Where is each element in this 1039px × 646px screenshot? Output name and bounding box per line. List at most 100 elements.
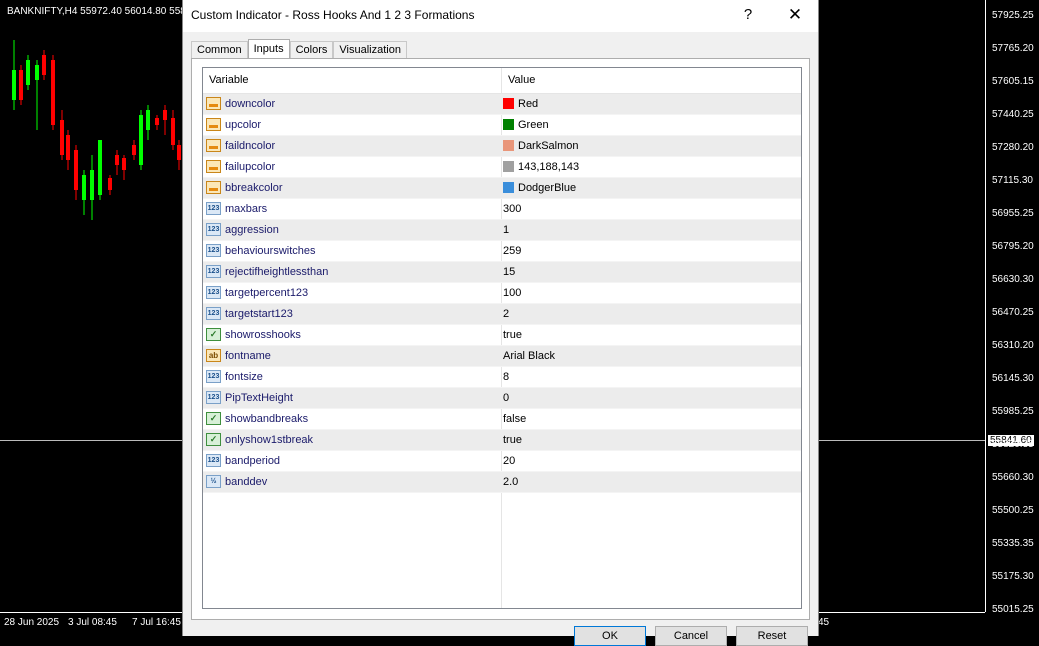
tab-strip: Common Inputs Colors Visualization bbox=[191, 39, 407, 59]
value-text: 100 bbox=[503, 287, 522, 299]
table-row[interactable]: ✓ onlyshow1stbreak true bbox=[203, 430, 801, 451]
table-row[interactable]: bbreakcolor DodgerBlue bbox=[203, 178, 801, 199]
price-tick-label: 56955.25 bbox=[992, 208, 1034, 219]
variable-value[interactable]: DarkSalmon bbox=[503, 136, 579, 156]
variable-value[interactable]: 15 bbox=[503, 262, 515, 282]
variable-value[interactable]: 259 bbox=[503, 241, 521, 261]
variable-value[interactable]: DodgerBlue bbox=[503, 178, 576, 198]
chart-title: BANKNIFTY,H4 55972.40 56014.80 558 bbox=[7, 6, 186, 17]
variable-name: aggression bbox=[225, 224, 279, 236]
variable-name: bandperiod bbox=[225, 455, 281, 467]
variable-value[interactable]: 300 bbox=[503, 199, 521, 219]
inputs-panel: Variable Value downcolor Red upcolor Green f… bbox=[191, 58, 810, 620]
variable-value[interactable]: 100 bbox=[503, 283, 521, 303]
variable-name: targetstart123 bbox=[225, 308, 293, 320]
table-row[interactable]: 123 PipTextHeight 0 bbox=[203, 388, 801, 409]
price-tick-label: 57280.20 bbox=[992, 142, 1034, 153]
price-tick-label: 55660.30 bbox=[992, 472, 1034, 483]
color-swatch bbox=[503, 161, 514, 172]
variable-value[interactable]: 2.0 bbox=[503, 472, 518, 492]
variable-value[interactable]: 20 bbox=[503, 451, 515, 471]
variable-value[interactable]: false bbox=[503, 409, 526, 429]
variable-name: failupcolor bbox=[225, 161, 276, 173]
candle-body bbox=[12, 70, 16, 100]
table-row[interactable]: 123 rejectifheightlessthan 15 bbox=[203, 262, 801, 283]
table-row[interactable]: 123 targetpercent123 100 bbox=[203, 283, 801, 304]
price-tick-label: 57605.15 bbox=[992, 76, 1034, 87]
price-tick-label: 56145.30 bbox=[992, 373, 1034, 384]
candle-body bbox=[163, 110, 167, 120]
candle-body bbox=[171, 118, 175, 145]
variable-value[interactable]: 1 bbox=[503, 220, 509, 240]
color-type-icon bbox=[206, 181, 221, 194]
boolean-type-icon: ✓ bbox=[206, 412, 221, 425]
candle-body bbox=[139, 115, 143, 165]
color-type-icon bbox=[206, 139, 221, 152]
tab-colors[interactable]: Colors bbox=[289, 41, 334, 59]
table-row[interactable]: ab fontname Arial Black bbox=[203, 346, 801, 367]
value-text: 15 bbox=[503, 266, 516, 278]
table-row[interactable]: 123 behaviourswitches 259 bbox=[203, 241, 801, 262]
table-row[interactable]: 123 aggression 1 bbox=[203, 220, 801, 241]
color-swatch bbox=[503, 182, 514, 193]
price-tick-label: 56470.25 bbox=[992, 307, 1034, 318]
table-row[interactable]: 123 targetstart123 2 bbox=[203, 304, 801, 325]
table-row[interactable]: 123 fontsize 8 bbox=[203, 367, 801, 388]
help-button[interactable]: ? bbox=[738, 4, 758, 26]
variable-name: showrosshooks bbox=[225, 329, 301, 341]
candle-body bbox=[132, 145, 136, 155]
table-row[interactable]: ✓ showrosshooks true bbox=[203, 325, 801, 346]
cancel-button[interactable]: Cancel bbox=[655, 626, 727, 646]
variable-value[interactable]: 0 bbox=[503, 388, 509, 408]
tab-common[interactable]: Common bbox=[191, 41, 248, 59]
price-tick-label: 55015.25 bbox=[992, 604, 1034, 615]
ok-button[interactable]: OK bbox=[574, 626, 646, 646]
integer-type-icon: 123 bbox=[206, 307, 221, 320]
time-tick-label: 7 Jul 16:45 bbox=[132, 617, 181, 628]
table-row[interactable]: downcolor Red bbox=[203, 94, 801, 115]
reset-button[interactable]: Reset bbox=[736, 626, 808, 646]
candle-body bbox=[19, 70, 23, 100]
tab-visualization[interactable]: Visualization bbox=[333, 41, 407, 59]
tab-inputs[interactable]: Inputs bbox=[247, 39, 290, 59]
table-row[interactable]: faildncolor DarkSalmon bbox=[203, 136, 801, 157]
variable-value[interactable]: Green bbox=[503, 115, 549, 135]
string-type-icon: ab bbox=[206, 349, 221, 362]
integer-type-icon: 123 bbox=[206, 370, 221, 383]
variable-name: behaviourswitches bbox=[225, 245, 316, 257]
close-button[interactable]: ✕ bbox=[783, 4, 807, 26]
value-text: 143,188,143 bbox=[518, 161, 580, 173]
price-tick-label: 55500.25 bbox=[992, 505, 1034, 516]
variable-value[interactable]: true bbox=[503, 430, 522, 450]
candle-body bbox=[51, 60, 55, 125]
variable-value[interactable]: true bbox=[503, 325, 522, 345]
table-row[interactable]: upcolor Green bbox=[203, 115, 801, 136]
color-type-icon bbox=[206, 118, 221, 131]
variable-value[interactable]: 143,188,143 bbox=[503, 157, 579, 177]
table-row[interactable]: ½ banddev 2.0 bbox=[203, 472, 801, 493]
value-text: DodgerBlue bbox=[518, 182, 577, 194]
boolean-type-icon: ✓ bbox=[206, 433, 221, 446]
table-row[interactable]: failupcolor 143,188,143 bbox=[203, 157, 801, 178]
candle-body bbox=[42, 55, 46, 75]
value-text: Red bbox=[518, 98, 539, 110]
table-row[interactable]: 123 bandperiod 20 bbox=[203, 451, 801, 472]
table-row[interactable]: ✓ showbandbreaks false bbox=[203, 409, 801, 430]
variable-name: upcolor bbox=[225, 119, 262, 131]
variable-name: fontname bbox=[225, 350, 271, 362]
header-value[interactable]: Value bbox=[502, 68, 535, 93]
candle-body bbox=[90, 170, 94, 200]
table-row[interactable]: 123 maxbars 300 bbox=[203, 199, 801, 220]
header-variable[interactable]: Variable bbox=[203, 68, 502, 93]
variable-value[interactable]: 2 bbox=[503, 304, 509, 324]
dialog-title: Custom Indicator - Ross Hooks And 1 2 3 … bbox=[191, 8, 475, 22]
variable-value[interactable]: Arial Black bbox=[503, 346, 555, 366]
integer-type-icon: 123 bbox=[206, 244, 221, 257]
variable-value[interactable]: Red bbox=[503, 94, 538, 114]
candle-body bbox=[35, 65, 39, 80]
value-text: 2.0 bbox=[503, 476, 519, 488]
price-tick-label: 55820.35 bbox=[992, 439, 1034, 450]
price-tick-label: 57440.25 bbox=[992, 109, 1034, 120]
inputs-table: Variable Value downcolor Red upcolor Green f… bbox=[202, 67, 802, 609]
variable-value[interactable]: 8 bbox=[503, 367, 509, 387]
